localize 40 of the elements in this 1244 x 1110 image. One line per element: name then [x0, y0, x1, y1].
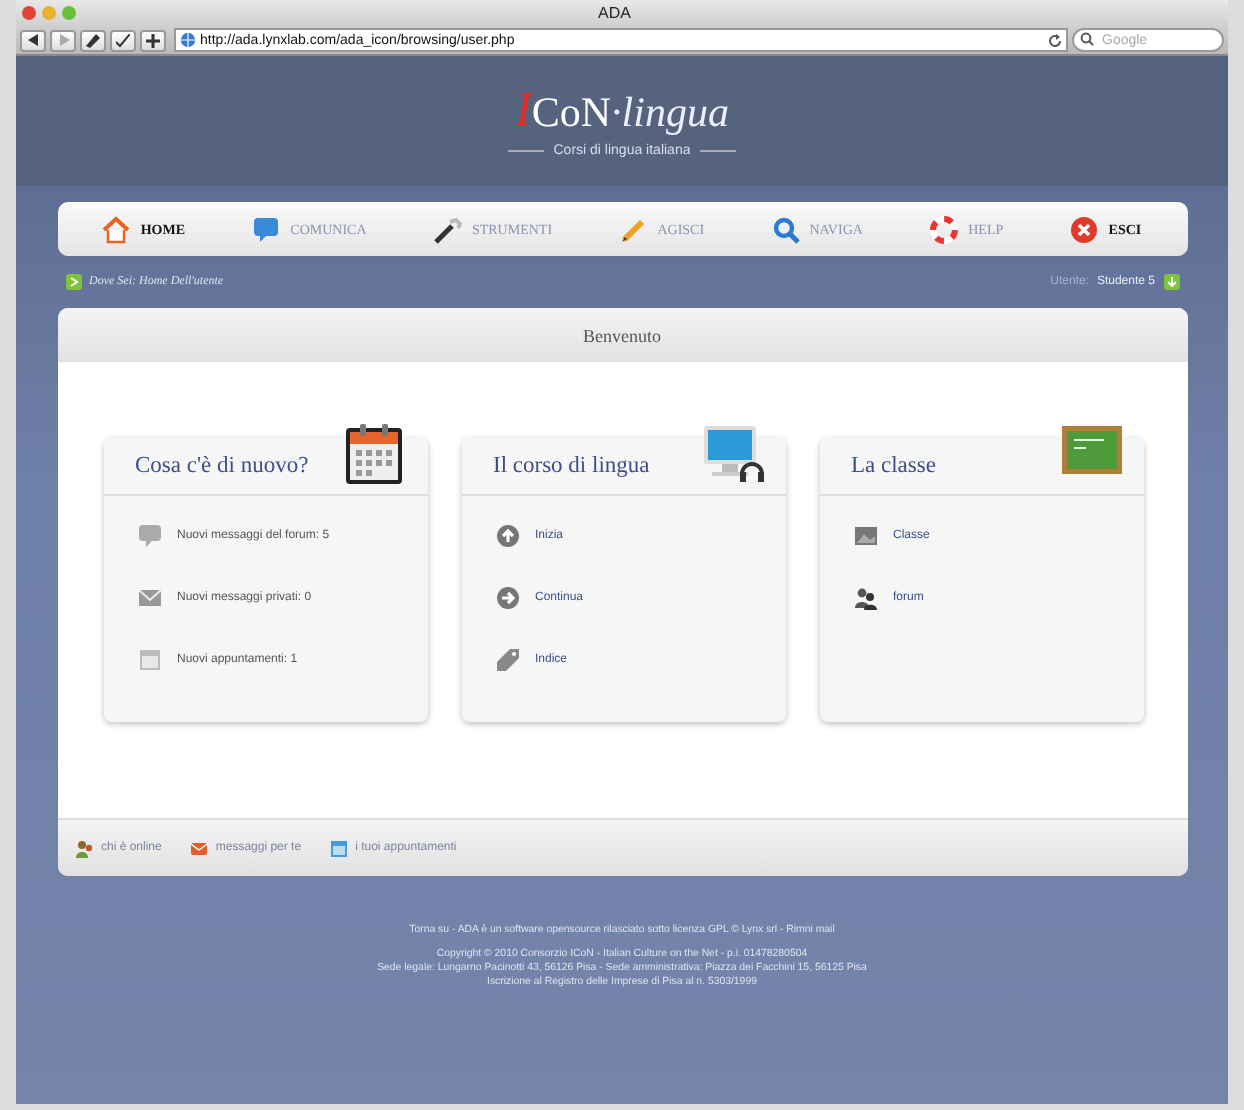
reload-icon[interactable]: [1048, 33, 1062, 47]
arrow-icon: [65, 274, 81, 290]
right-icon: [495, 586, 519, 610]
home-icon: [102, 215, 131, 243]
mail-icon: [137, 586, 161, 610]
logo: ICoN·lingua: [515, 84, 729, 140]
forward-icon: [57, 34, 69, 46]
search-icon: [771, 215, 800, 243]
calendar-icon: [137, 648, 161, 672]
pen-icon: [86, 33, 100, 47]
people-icon: [853, 586, 877, 610]
bubble-icon: [137, 524, 161, 548]
add-button[interactable]: [140, 29, 166, 51]
calendar-icon: [329, 839, 348, 857]
up-icon: [495, 524, 519, 548]
people-icon: [75, 839, 93, 857]
panel-title: Benvenuto: [57, 308, 1187, 362]
back-button[interactable]: [20, 29, 46, 51]
plus-icon: [146, 33, 160, 47]
search-icon: [1080, 32, 1096, 46]
card-title: Il corso di lingua: [493, 454, 650, 478]
bookmark-button[interactable]: [80, 29, 106, 51]
lifebuoy-icon: [930, 215, 959, 243]
mail-icon: [189, 839, 208, 857]
globe-icon: [180, 32, 196, 48]
card-title: La classe: [851, 454, 936, 478]
tag-icon: [495, 648, 519, 672]
window-title: ADA: [598, 4, 631, 22]
check-icon: [116, 33, 130, 47]
bubble-icon: [252, 215, 281, 243]
monitor-icon: [701, 422, 765, 486]
close-icon: [1070, 215, 1099, 243]
down-arrow-icon[interactable]: [1163, 274, 1179, 290]
tools-icon: [433, 215, 462, 243]
pencil-icon: [619, 215, 648, 243]
card-title: Cosa c'è di nuovo?: [135, 454, 309, 478]
close-icon[interactable]: [22, 6, 36, 20]
image-icon: [853, 524, 877, 548]
back-icon: [27, 34, 39, 46]
check-button[interactable]: [110, 29, 136, 51]
